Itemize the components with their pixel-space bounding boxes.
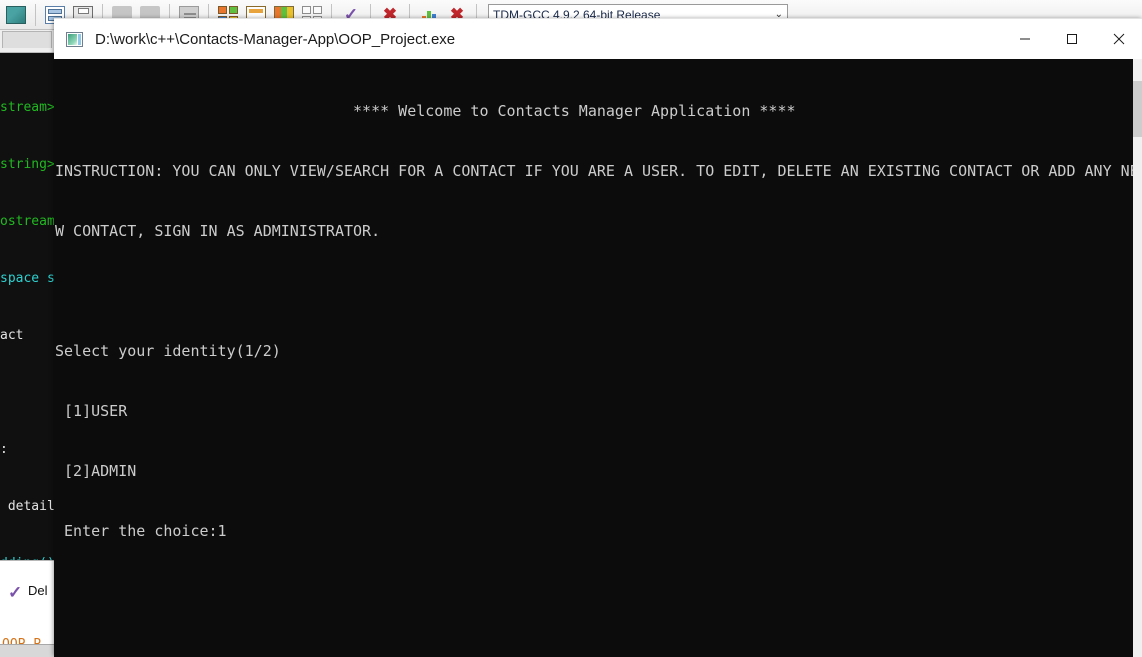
console-line: INSTRUCTION: YOU CAN ONLY VIEW/SEARCH FO… bbox=[55, 162, 1133, 180]
arrow-pointer-icon[interactable] bbox=[3, 3, 29, 27]
scrollbar-thumb[interactable] bbox=[1133, 81, 1142, 137]
ide-code-editor[interactable]: stream> string> ostream space s act : de… bbox=[0, 30, 58, 560]
window-title: D:\work\c++\Contacts-Manager-App\OOP_Pro… bbox=[95, 30, 456, 48]
bottom-panel-label: Del bbox=[28, 583, 48, 598]
console-line: Enter the choice:1 bbox=[55, 522, 227, 540]
close-button[interactable] bbox=[1095, 19, 1142, 59]
code-line: stream> bbox=[0, 100, 55, 115]
console-screen[interactable]: **** Welcome to Contacts Manager Applica… bbox=[54, 59, 1133, 657]
ide-bottom-panel: ✓ Del OOP_P bbox=[0, 560, 58, 657]
console-line: Select your identity(1/2) bbox=[55, 342, 281, 360]
maximize-button[interactable] bbox=[1048, 19, 1095, 59]
console-line: [1]USER bbox=[55, 402, 128, 420]
toolbar-separator bbox=[35, 3, 36, 26]
console-titlebar[interactable]: D:\work\c++\Contacts-Manager-App\OOP_Pro… bbox=[54, 18, 1142, 59]
close-icon bbox=[1113, 33, 1124, 45]
code-line: ostream bbox=[0, 214, 55, 229]
code-line: string> bbox=[0, 157, 55, 172]
code-line: detail bbox=[0, 499, 55, 514]
minimize-button[interactable] bbox=[1001, 19, 1048, 59]
code-line: space s bbox=[0, 271, 55, 286]
check-icon: ✓ bbox=[8, 583, 23, 602]
ide-status-bar bbox=[0, 644, 58, 657]
maximize-icon bbox=[1066, 34, 1077, 44]
console-app-icon bbox=[66, 31, 83, 47]
console-line: [2]ADMIN bbox=[55, 462, 137, 480]
console-body[interactable]: **** Welcome to Contacts Manager Applica… bbox=[54, 59, 1142, 657]
minimize-icon bbox=[1019, 38, 1030, 40]
code-line: act bbox=[0, 328, 24, 343]
ide-editor-tab[interactable] bbox=[2, 31, 52, 48]
window-controls bbox=[1001, 19, 1142, 59]
console-line: W CONTACT, SIGN IN AS ADMINISTRATOR. bbox=[55, 222, 381, 240]
vertical-scrollbar[interactable] bbox=[1133, 59, 1142, 657]
console-window: D:\work\c++\Contacts-Manager-App\OOP_Pro… bbox=[54, 18, 1142, 657]
console-line: **** Welcome to Contacts Manager Applica… bbox=[55, 102, 796, 120]
code-line: : bbox=[0, 442, 8, 457]
